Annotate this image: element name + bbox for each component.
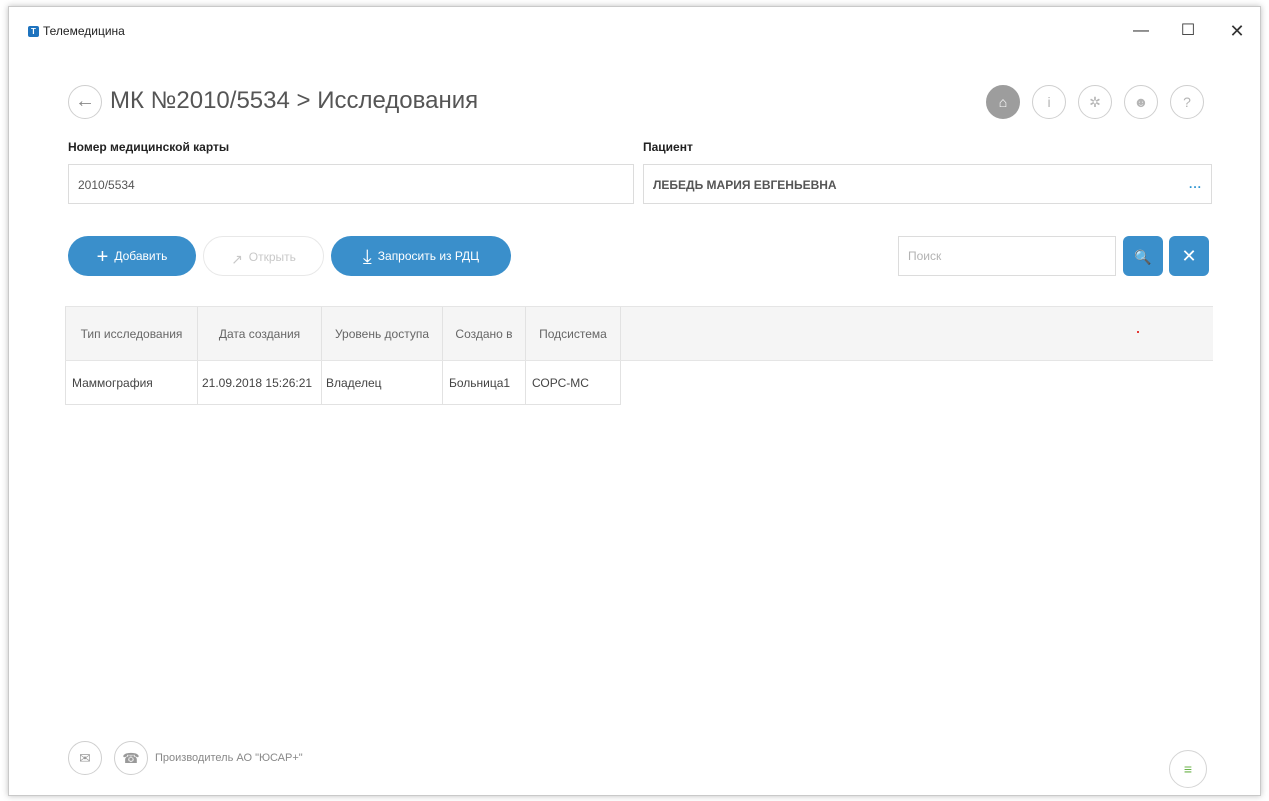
indicator-dot: [1137, 331, 1139, 333]
add-button[interactable]: + Добавить: [68, 236, 196, 276]
open-button-label: Открыть: [248, 250, 296, 264]
arrow-left-icon: ←: [75, 90, 95, 112]
info-icon: i: [1047, 94, 1051, 110]
title-bar: Т Телемедицина — ☐ ✕: [9, 7, 1260, 53]
maximize-button[interactable]: ☐: [1173, 19, 1203, 43]
app-logo-icon: Т: [28, 26, 39, 37]
home-icon: ⌂: [998, 94, 1008, 110]
help-button[interactable]: ?: [1170, 85, 1204, 119]
column-header-created-in[interactable]: Создано в: [443, 307, 526, 360]
phone-icon: ☎: [122, 750, 140, 766]
search-icon: 🔍: [1134, 249, 1152, 265]
cell-type: Маммография: [65, 361, 198, 405]
search-button[interactable]: 🔍: [1123, 236, 1163, 276]
studies-table: Тип исследования Дата создания Уровень д…: [65, 306, 1213, 405]
gear-icon: ✲: [1089, 94, 1101, 110]
patient-field[interactable]: ЛЕБЕДЬ МАРИЯ ЕВГЕНЬЕВНА ...: [643, 164, 1212, 204]
minimize-button[interactable]: —: [1126, 19, 1156, 43]
page-title: МК №2010/5534 > Исследования: [110, 87, 479, 114]
close-window-button[interactable]: ✕: [1222, 19, 1252, 43]
cell-date: 21.09.2018 15:26:21: [198, 361, 322, 405]
help-icon: ?: [1183, 94, 1191, 110]
patient-label: Пациент: [643, 140, 693, 154]
download-icon: ⤓: [362, 246, 372, 268]
database-button[interactable]: ≡: [1169, 750, 1207, 788]
open-button[interactable]: ↗ Открыть: [203, 236, 324, 276]
column-header-access[interactable]: Уровень доступа: [322, 307, 443, 360]
card-number-label: Номер медицинской карты: [68, 140, 230, 154]
cell-subsystem: СОРС-МС: [526, 361, 621, 405]
back-button[interactable]: ←: [68, 85, 102, 119]
request-rdc-button[interactable]: ⤓ Запросить из РДЦ: [331, 236, 511, 276]
mail-button[interactable]: ✉: [68, 741, 102, 775]
close-icon: ✕: [1181, 246, 1197, 266]
cell-access: Владелец: [322, 361, 443, 405]
app-window: Т Телемедицина — ☐ ✕ ← МК №2010/5534 > И…: [8, 6, 1261, 796]
home-button[interactable]: ⌂: [986, 85, 1020, 119]
plus-icon: +: [96, 246, 109, 268]
app-title: Телемедицина: [43, 24, 125, 38]
cell-created-in: Больница1: [443, 361, 526, 405]
user-button[interactable]: ☻: [1124, 85, 1158, 119]
request-rdc-label: Запросить из РДЦ: [377, 249, 480, 263]
column-header-subsystem[interactable]: Подсистема: [526, 307, 621, 360]
patient-name: ЛЕБЕДЬ МАРИЯ ЕВГЕНЬЕВНА: [653, 178, 837, 192]
column-header-date[interactable]: Дата создания: [198, 307, 322, 360]
search-input[interactable]: [898, 236, 1116, 276]
open-icon: ↗: [231, 251, 243, 267]
settings-button[interactable]: ✲: [1078, 85, 1112, 119]
table-row[interactable]: Маммография 21.09.2018 15:26:21 Владелец…: [65, 361, 1213, 405]
phone-button[interactable]: ☎: [114, 741, 148, 775]
column-header-type[interactable]: Тип исследования: [65, 307, 198, 360]
add-button-label: Добавить: [114, 249, 168, 263]
mail-icon: ✉: [79, 750, 91, 766]
table-header: Тип исследования Дата создания Уровень д…: [65, 306, 1213, 361]
vendor-text: Производитель АО "ЮСАР+": [155, 752, 303, 764]
clear-search-button[interactable]: ✕: [1169, 236, 1209, 276]
info-button[interactable]: i: [1032, 85, 1066, 119]
patient-select-button[interactable]: ...: [1189, 177, 1202, 191]
user-icon: ☻: [1133, 94, 1149, 110]
database-icon: ≡: [1183, 761, 1193, 777]
card-number-field[interactable]: 2010/5534: [68, 164, 634, 204]
